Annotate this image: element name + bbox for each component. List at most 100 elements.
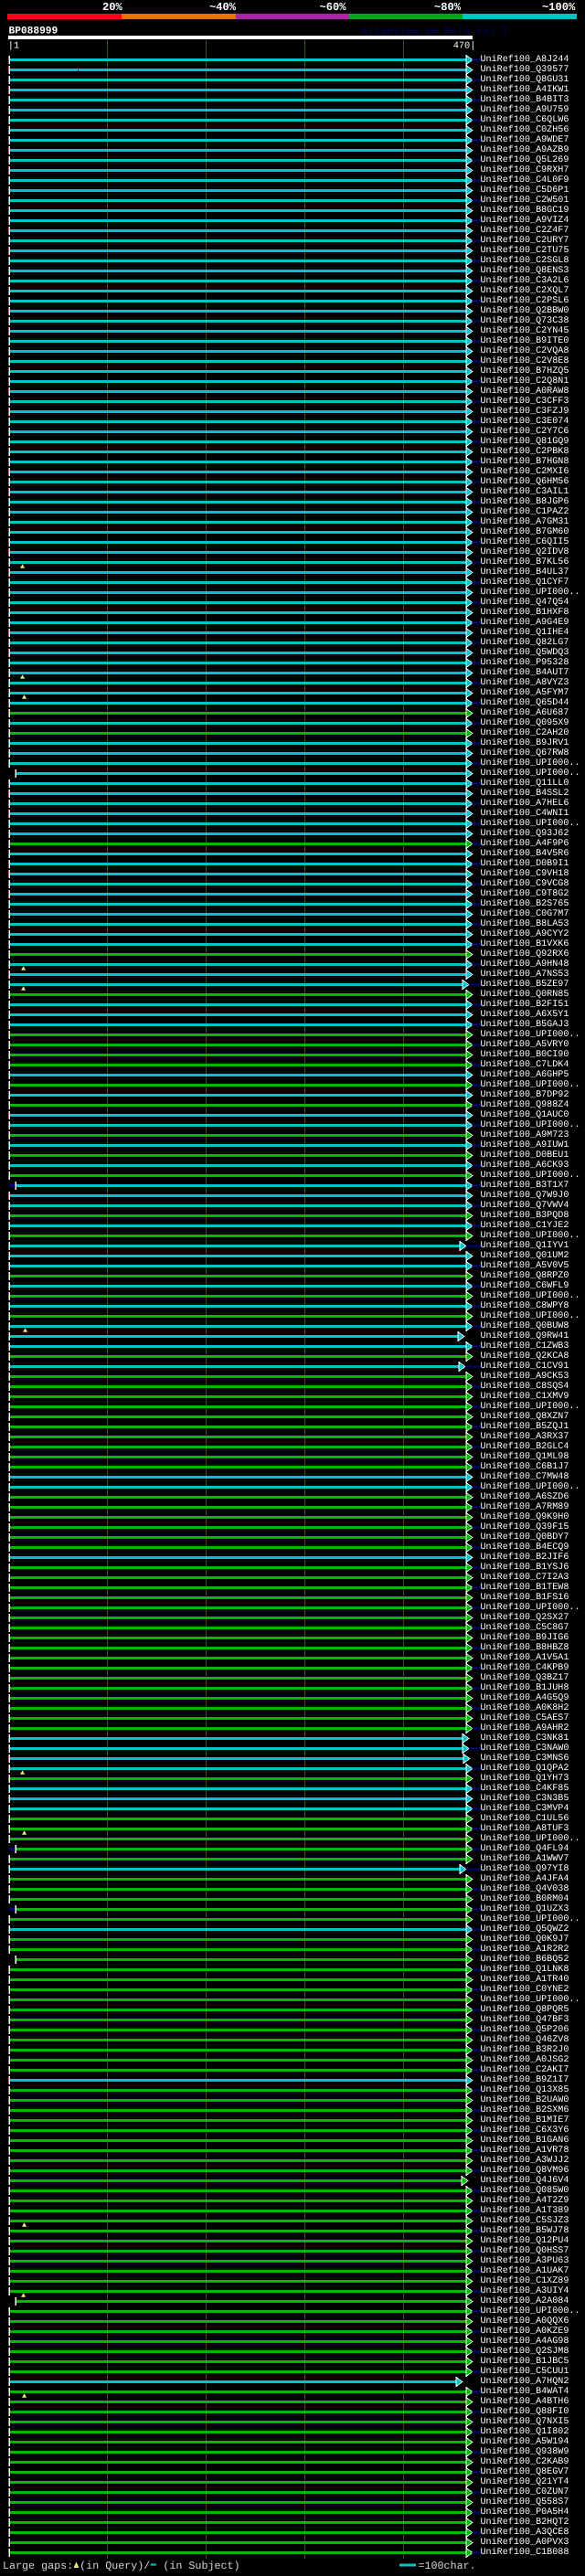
svg-text:UniRef100_B7HGN8: UniRef100_B7HGN8 [481,456,569,467]
svg-text:UniRef100_A4BTH6: UniRef100_A4BTH6 [481,2396,569,2407]
svg-text:UniRef100_A7GM31: UniRef100_A7GM31 [481,516,569,527]
svg-text:UniRef100_B2S765: UniRef100_B2S765 [481,898,569,909]
svg-text:UniRef100_Q7NXI5: UniRef100_Q7NXI5 [481,2416,569,2427]
svg-text:UniRef100_B8HBZ8: UniRef100_B8HBZ8 [481,1642,569,1653]
svg-text:UniRef100_A9AZB9: UniRef100_A9AZB9 [481,144,569,155]
svg-text:UniRef100_Q1AUC0: UniRef100_Q1AUC0 [481,1109,569,1120]
svg-text:UniRef100_Q47BF3: UniRef100_Q47BF3 [481,2014,569,2025]
svg-text:UniRef100_Q0BDY7: UniRef100_Q0BDY7 [481,1532,569,1542]
svg-text:UniRef100_B7HZQ5: UniRef100_B7HZQ5 [481,366,569,376]
svg-text:UniRef100_Q5P206: UniRef100_Q5P206 [481,2024,569,2035]
svg-text:UniRef100_A4JFA4: UniRef100_A4JFA4 [481,1873,569,1884]
svg-text:UniRef100_B7DP92: UniRef100_B7DP92 [481,1089,569,1100]
svg-text:UniRef100_Q8GU31: UniRef100_Q8GU31 [481,74,569,85]
svg-text:UniRef100_Q988Z4: UniRef100_Q988Z4 [481,1099,569,1110]
svg-text:UniRef100_Q39577: UniRef100_Q39577 [481,64,569,75]
svg-text:UniRef100_B5ZE97: UniRef100_B5ZE97 [481,979,569,990]
svg-text:UniRef100_C1ZWB3: UniRef100_C1ZWB3 [481,1341,569,1352]
svg-text:UniRef100_C3E074: UniRef100_C3E074 [481,416,569,427]
svg-text:UniRef100_Q2BBW0: UniRef100_Q2BBW0 [481,305,569,316]
svg-text:UniRef100_C9VCG8: UniRef100_C9VCG8 [481,878,569,889]
svg-text:UniRef100_C0G7M7: UniRef100_C0G7M7 [481,908,569,919]
svg-text:UniRef100_C5AES7: UniRef100_C5AES7 [481,1712,569,1723]
svg-text:UniRef100_UPI000..: UniRef100_UPI000.. [481,1029,580,1040]
svg-text:UniRef100_A0RAW8: UniRef100_A0RAW8 [481,386,569,397]
svg-text:UniRef100_C2VQA8: UniRef100_C2VQA8 [481,345,569,356]
svg-text:UniRef100_A4AG98: UniRef100_A4AG98 [481,2336,569,2347]
svg-text:UniRef100_A7NS53: UniRef100_A7NS53 [481,969,569,980]
svg-text:UniRef100_B1VXK6: UniRef100_B1VXK6 [481,938,569,949]
svg-text:UniRef100_Q65D44: UniRef100_Q65D44 [481,697,569,708]
svg-text:UniRef100_A9M723: UniRef100_A9M723 [481,1129,569,1140]
svg-text:UniRef100_B4SSL2: UniRef100_B4SSL2 [481,788,569,799]
svg-text:UniRef100_C2URY7: UniRef100_C2URY7 [481,235,569,246]
svg-text:UniRef100_C3NK81: UniRef100_C3NK81 [481,1733,569,1744]
svg-text:UniRef100_UPI000..: UniRef100_UPI000.. [481,768,580,779]
svg-text:UniRef100_Q1YH73: UniRef100_Q1YH73 [481,1773,569,1784]
svg-text:UniRef100_Q7W9J0: UniRef100_Q7W9J0 [481,1190,569,1201]
svg-text:UniRef100_UPI000..: UniRef100_UPI000.. [481,587,580,598]
svg-text:UniRef100_B2GLC4: UniRef100_B2GLC4 [481,1441,569,1452]
svg-text:UniRef100_A9IUW1: UniRef100_A9IUW1 [481,1140,569,1150]
svg-text:~80%: ~80% [434,1,462,14]
svg-text:UniRef100_Q67RW8: UniRef100_Q67RW8 [481,747,569,758]
svg-text:UniRef100_UPI000..: UniRef100_UPI000.. [481,1170,580,1181]
svg-text:UniRef100_Q8PQR5: UniRef100_Q8PQR5 [481,2004,569,2015]
svg-text:UniRef100_B2FI51: UniRef100_B2FI51 [481,999,569,1010]
svg-text:UniRef100_Q97YI8: UniRef100_Q97YI8 [481,1863,569,1874]
svg-text:UniRef100_B4UL37: UniRef100_B4UL37 [481,567,569,578]
svg-text:UniRef100_Q1UZX3: UniRef100_Q1UZX3 [481,1903,569,1914]
svg-text:UniRef100_A2A084: UniRef100_A2A084 [481,2295,569,2306]
svg-text:UniRef100_A3PU63: UniRef100_A3PU63 [481,2255,569,2266]
svg-text:UniRef100_A0K8H2: UniRef100_A0K8H2 [481,1702,569,1713]
svg-text:UniRef100_Q73C38: UniRef100_Q73C38 [481,315,569,326]
svg-text:UniRef100_Q5QWZ2: UniRef100_Q5QWZ2 [481,1924,569,1935]
svg-text:UniRef100_Q9RW41: UniRef100_Q9RW41 [481,1330,569,1341]
svg-text:UniRef100_B0CI90: UniRef100_B0CI90 [481,1049,569,1060]
svg-text:UniRef100_Q085W0: UniRef100_Q085W0 [481,2185,569,2196]
svg-text:UniRef100_A4IKW1: UniRef100_A4IKW1 [481,84,569,95]
svg-text:UniRef100_Q0BUW8: UniRef100_Q0BUW8 [481,1320,569,1331]
svg-text:UniRef100_B4V5R6: UniRef100_B4V5R6 [481,848,569,859]
svg-text:UniRef100_A5W194: UniRef100_A5W194 [481,2436,569,2447]
svg-text:UniRef100_B8GC19: UniRef100_B8GC19 [481,205,569,216]
svg-text:UniRef100_C5SJZ3: UniRef100_C5SJZ3 [481,2215,569,2226]
svg-text:UniRef100_UPI000..: UniRef100_UPI000.. [481,1833,580,1844]
svg-text:UniRef100_Q8ENS3: UniRef100_Q8ENS3 [481,265,569,276]
svg-text:~40%: ~40% [209,1,237,14]
svg-text:UniRef100_A1VR78: UniRef100_A1VR78 [481,2145,569,2156]
svg-text:UniRef100_C3MNS6: UniRef100_C3MNS6 [481,1753,569,1764]
svg-text:UniRef100_Q1ML98: UniRef100_Q1ML98 [481,1451,569,1462]
svg-text:=100char.: =100char. [419,2560,476,2572]
svg-text:UniRef100_C1CV91: UniRef100_C1CV91 [481,1361,569,1372]
svg-text:UniRef100_A5V0V5: UniRef100_A5V0V5 [481,1260,569,1271]
svg-text:UniRef100_Q92RX6: UniRef100_Q92RX6 [481,949,569,959]
svg-text:UniRef100_B1GAN6: UniRef100_B1GAN6 [481,2135,569,2146]
svg-text:UniRef100_Q13X85: UniRef100_Q13X85 [481,2084,569,2095]
svg-text:UniRef100_A9WDE7: UniRef100_A9WDE7 [481,134,569,145]
svg-text:|1: |1 [8,41,19,52]
svg-text:UniRef100_A7HEL6: UniRef100_A7HEL6 [481,798,569,809]
svg-text:UniRef100_A6X5Y1: UniRef100_A6X5Y1 [481,1009,569,1020]
svg-text:UniRef100_Q938W9: UniRef100_Q938W9 [481,2446,569,2457]
svg-text:UniRef100_B5WJ78: UniRef100_B5WJ78 [481,2225,569,2236]
svg-text:UniRef100_C0YNE2: UniRef100_C0YNE2 [481,1984,569,1995]
svg-text:UniRef100_UPI000..: UniRef100_UPI000.. [481,1079,580,1090]
svg-text:UniRef100_Q39F15: UniRef100_Q39F15 [481,1521,569,1532]
svg-text:UniRef100_C2AKI7: UniRef100_C2AKI7 [481,2064,569,2075]
svg-text:UniRef100_A9U759: UniRef100_A9U759 [481,104,569,115]
svg-text:UniRef100_B1YSJ6: UniRef100_B1YSJ6 [481,1562,569,1573]
svg-text:UniRef100_A3WJJ2: UniRef100_A3WJJ2 [481,2155,569,2166]
svg-text:UniRef100_Q1I802: UniRef100_Q1I802 [481,2426,569,2437]
svg-text:UniRef100_A1T389: UniRef100_A1T389 [481,2205,569,2216]
svg-text:UniRef100_B1MIE7: UniRef100_B1MIE7 [481,2115,569,2125]
svg-text:20%: 20% [102,1,123,14]
svg-text:UniRef100_A1TR40: UniRef100_A1TR40 [481,1974,569,1985]
svg-text:UniRef100_B3R2J0: UniRef100_B3R2J0 [481,2044,569,2055]
svg-text:UniRef100_C8SQS4: UniRef100_C8SQS4 [481,1381,569,1392]
svg-text:UniRef100_A0PVX3: UniRef100_A0PVX3 [481,2537,569,2548]
svg-text:UniRef100_C4KPB9: UniRef100_C4KPB9 [481,1662,569,1673]
svg-text:UniRef100_C1PAZ2: UniRef100_C1PAZ2 [481,506,569,517]
svg-text:UniRef100_B9JRV1: UniRef100_B9JRV1 [481,737,569,748]
svg-text:UniRef100_B6BQ52: UniRef100_B6BQ52 [481,1954,569,1965]
